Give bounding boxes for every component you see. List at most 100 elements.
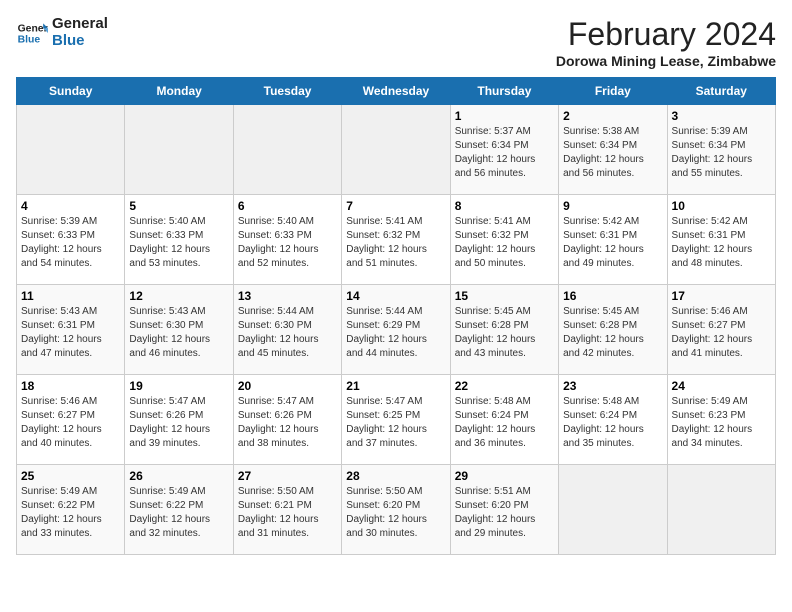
logo-blue: Blue	[52, 33, 108, 50]
day-cell: 3Sunrise: 5:39 AM Sunset: 6:34 PM Daylig…	[667, 105, 775, 195]
day-info: Sunrise: 5:43 AM Sunset: 6:31 PM Dayligh…	[21, 305, 120, 361]
week-row-5: 25Sunrise: 5:49 AM Sunset: 6:22 PM Dayli…	[17, 465, 776, 555]
day-info: Sunrise: 5:47 AM Sunset: 6:26 PM Dayligh…	[129, 395, 228, 451]
day-number: 12	[129, 289, 228, 303]
logo-general: General	[52, 16, 108, 33]
day-cell: 12 Sunrise: 5:43 AM Sunset: 6:30 PM Dayli…	[125, 285, 233, 375]
day-number: 6	[238, 199, 337, 213]
day-number: 2	[563, 109, 662, 123]
day-info: Sunrise: 5:50 AM Sunset: 6:20 PM Dayligh…	[346, 485, 445, 541]
day-info: Sunrise: 5:47 AM Sunset: 6:26 PM Dayligh…	[238, 395, 337, 451]
day-cell: 2Sunrise: 5:38 AM Sunset: 6:34 PM Daylig…	[559, 105, 667, 195]
week-row-4: 18Sunrise: 5:46 AM Sunset: 6:27 PM Dayli…	[17, 375, 776, 465]
day-number: 27	[238, 469, 337, 483]
day-number: 15	[455, 289, 554, 303]
day-cell: 22Sunrise: 5:48 AM Sunset: 6:24 PM Dayli…	[450, 375, 558, 465]
header: General Blue General Blue February 2024 …	[16, 16, 776, 69]
dow-header-tuesday: Tuesday	[233, 78, 341, 105]
day-info: Sunrise: 5:51 AM Sunset: 6:20 PM Dayligh…	[455, 485, 554, 541]
day-info: Sunrise: 5:48 AM Sunset: 6:24 PM Dayligh…	[455, 395, 554, 451]
day-cell: 15 Sunrise: 5:45 AM Sunset: 6:28 PM Dayli…	[450, 285, 558, 375]
day-number: 23	[563, 379, 662, 393]
day-info: Sunrise: 5:50 AM Sunset: 6:21 PM Dayligh…	[238, 485, 337, 541]
day-number: 9	[563, 199, 662, 213]
day-cell: 4 Sunrise: 5:39 AM Sunset: 6:33 PM Daylig…	[17, 195, 125, 285]
day-cell: 10 Sunrise: 5:42 AM Sunset: 6:31 PM Dayli…	[667, 195, 775, 285]
dow-header-wednesday: Wednesday	[342, 78, 450, 105]
day-cell: 6 Sunrise: 5:40 AM Sunset: 6:33 PM Daylig…	[233, 195, 341, 285]
logo: General Blue General Blue	[16, 16, 108, 49]
day-cell: 5Sunrise: 5:40 AM Sunset: 6:33 PM Daylig…	[125, 195, 233, 285]
day-number: 7	[346, 199, 445, 213]
dow-header-thursday: Thursday	[450, 78, 558, 105]
day-info: Sunrise: 5:45 AM Sunset: 6:28 PM Dayligh…	[563, 305, 662, 361]
day-info: Sunrise: 5:47 AM Sunset: 6:25 PM Dayligh…	[346, 395, 445, 451]
calendar-title: February 2024	[556, 16, 776, 53]
day-number: 28	[346, 469, 445, 483]
day-info: Sunrise: 5:44 AM Sunset: 6:30 PM Dayligh…	[238, 305, 337, 361]
day-number: 26	[129, 469, 228, 483]
day-info: Sunrise: 5:37 AM Sunset: 6:34 PM Dayligh…	[455, 125, 554, 181]
day-cell	[342, 105, 450, 195]
day-number: 10	[672, 199, 771, 213]
day-cell: 8 Sunrise: 5:41 AM Sunset: 6:32 PM Daylig…	[450, 195, 558, 285]
svg-text:Blue: Blue	[18, 34, 41, 45]
day-number: 20	[238, 379, 337, 393]
day-cell	[559, 465, 667, 555]
day-cell: 17 Sunrise: 5:46 AM Sunset: 6:27 PM Dayli…	[667, 285, 775, 375]
week-row-3: 11 Sunrise: 5:43 AM Sunset: 6:31 PM Dayli…	[17, 285, 776, 375]
day-cell	[667, 465, 775, 555]
day-cell	[125, 105, 233, 195]
day-cell: 19 Sunrise: 5:47 AM Sunset: 6:26 PM Dayli…	[125, 375, 233, 465]
day-info: Sunrise: 5:40 AM Sunset: 6:33 PM Dayligh…	[238, 215, 337, 271]
day-info: Sunrise: 5:46 AM Sunset: 6:27 PM Dayligh…	[672, 305, 771, 361]
day-number: 13	[238, 289, 337, 303]
day-number: 16	[563, 289, 662, 303]
day-cell: 7 Sunrise: 5:41 AM Sunset: 6:32 PM Daylig…	[342, 195, 450, 285]
day-number: 5	[129, 199, 228, 213]
calendar-table: SundayMondayTuesdayWednesdayThursdayFrid…	[16, 77, 776, 555]
day-cell: 25Sunrise: 5:49 AM Sunset: 6:22 PM Dayli…	[17, 465, 125, 555]
logo-icon: General Blue	[16, 17, 48, 49]
day-info: Sunrise: 5:48 AM Sunset: 6:24 PM Dayligh…	[563, 395, 662, 451]
day-number: 1	[455, 109, 554, 123]
day-info: Sunrise: 5:42 AM Sunset: 6:31 PM Dayligh…	[563, 215, 662, 271]
calendar-body: 1 Sunrise: 5:37 AM Sunset: 6:34 PM Daylig…	[17, 105, 776, 555]
day-cell: 13 Sunrise: 5:44 AM Sunset: 6:30 PM Dayli…	[233, 285, 341, 375]
dow-header-saturday: Saturday	[667, 78, 775, 105]
days-of-week-row: SundayMondayTuesdayWednesdayThursdayFrid…	[17, 78, 776, 105]
day-info: Sunrise: 5:43 AM Sunset: 6:30 PM Dayligh…	[129, 305, 228, 361]
day-cell: 1 Sunrise: 5:37 AM Sunset: 6:34 PM Daylig…	[450, 105, 558, 195]
day-number: 14	[346, 289, 445, 303]
dow-header-friday: Friday	[559, 78, 667, 105]
day-number: 24	[672, 379, 771, 393]
week-row-2: 4 Sunrise: 5:39 AM Sunset: 6:33 PM Daylig…	[17, 195, 776, 285]
day-info: Sunrise: 5:39 AM Sunset: 6:34 PM Dayligh…	[672, 125, 771, 181]
day-cell: 28 Sunrise: 5:50 AM Sunset: 6:20 PM Dayli…	[342, 465, 450, 555]
dow-header-monday: Monday	[125, 78, 233, 105]
day-cell: 27 Sunrise: 5:50 AM Sunset: 6:21 PM Dayli…	[233, 465, 341, 555]
day-number: 19	[129, 379, 228, 393]
day-cell: 20 Sunrise: 5:47 AM Sunset: 6:26 PM Dayli…	[233, 375, 341, 465]
day-info: Sunrise: 5:41 AM Sunset: 6:32 PM Dayligh…	[346, 215, 445, 271]
dow-header-sunday: Sunday	[17, 78, 125, 105]
day-info: Sunrise: 5:41 AM Sunset: 6:32 PM Dayligh…	[455, 215, 554, 271]
day-cell: 9 Sunrise: 5:42 AM Sunset: 6:31 PM Daylig…	[559, 195, 667, 285]
week-row-1: 1 Sunrise: 5:37 AM Sunset: 6:34 PM Daylig…	[17, 105, 776, 195]
day-cell	[233, 105, 341, 195]
calendar-subtitle: Dorowa Mining Lease, Zimbabwe	[556, 53, 776, 69]
day-cell: 23 Sunrise: 5:48 AM Sunset: 6:24 PM Dayli…	[559, 375, 667, 465]
day-number: 17	[672, 289, 771, 303]
day-info: Sunrise: 5:39 AM Sunset: 6:33 PM Dayligh…	[21, 215, 120, 271]
day-info: Sunrise: 5:49 AM Sunset: 6:23 PM Dayligh…	[672, 395, 771, 451]
day-cell: 14Sunrise: 5:44 AM Sunset: 6:29 PM Dayli…	[342, 285, 450, 375]
day-info: Sunrise: 5:42 AM Sunset: 6:31 PM Dayligh…	[672, 215, 771, 271]
day-number: 4	[21, 199, 120, 213]
day-number: 8	[455, 199, 554, 213]
day-number: 11	[21, 289, 120, 303]
day-number: 29	[455, 469, 554, 483]
day-cell: 18Sunrise: 5:46 AM Sunset: 6:27 PM Dayli…	[17, 375, 125, 465]
day-number: 21	[346, 379, 445, 393]
day-info: Sunrise: 5:45 AM Sunset: 6:28 PM Dayligh…	[455, 305, 554, 361]
day-info: Sunrise: 5:49 AM Sunset: 6:22 PM Dayligh…	[21, 485, 120, 541]
